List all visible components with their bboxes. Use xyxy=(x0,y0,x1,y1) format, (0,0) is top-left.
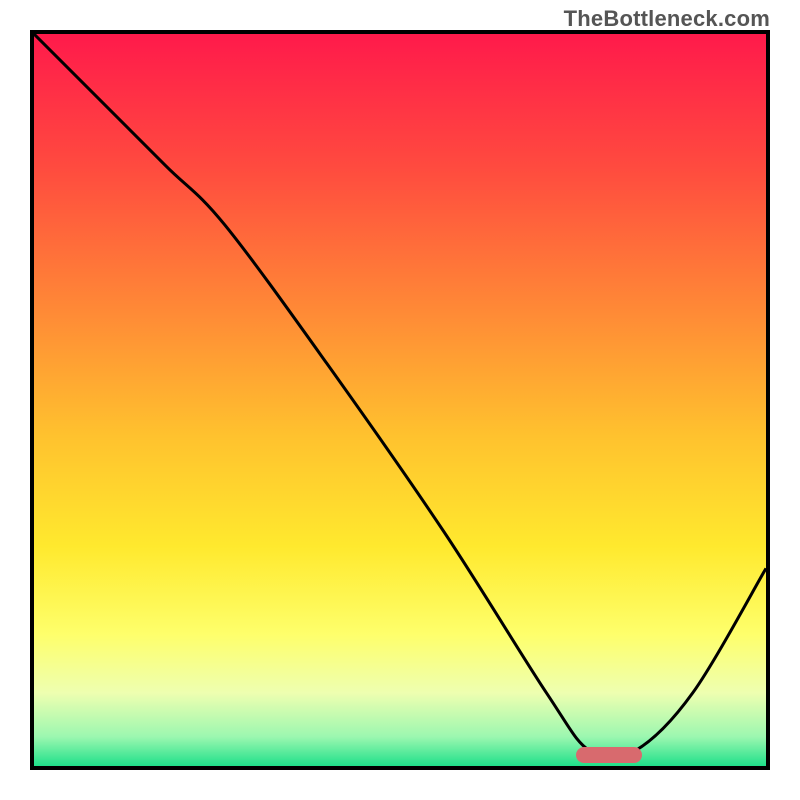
minimum-marker xyxy=(576,747,642,763)
bottleneck-curve xyxy=(34,34,766,766)
watermark-text: TheBottleneck.com xyxy=(564,6,770,32)
plot-area xyxy=(30,30,770,770)
chart-frame: TheBottleneck.com xyxy=(0,0,800,800)
